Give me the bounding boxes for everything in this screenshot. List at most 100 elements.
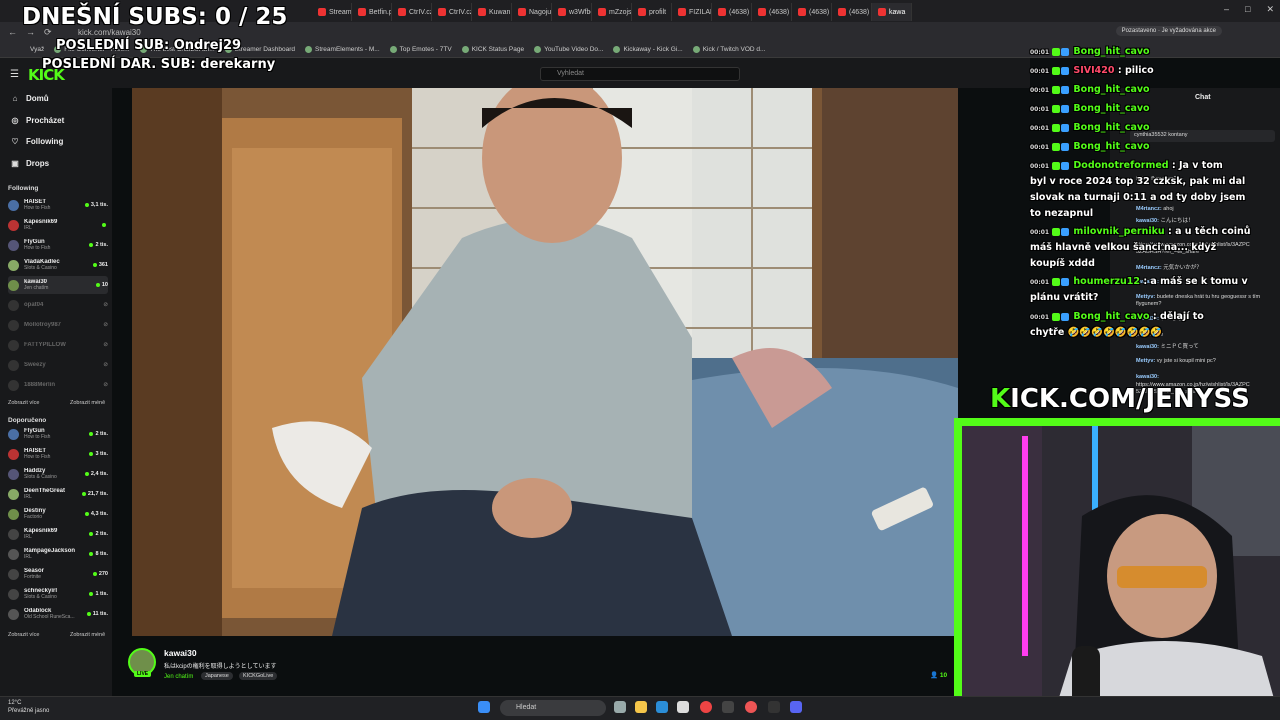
profile-button[interactable]: Pozastaveno · Je vyžadována akce (1115, 26, 1222, 36)
sidebar-channel[interactable]: Mollotroy987 ⊘ (8, 316, 108, 334)
tag-kickgolive[interactable]: KICKGoLive (239, 672, 278, 680)
channel-viewers: 8 tis. (89, 551, 108, 557)
video-player[interactable] (132, 88, 958, 636)
sidebar-channel[interactable]: schneckyirl Slots & Casino 1 tis. (8, 585, 108, 603)
browser-tab[interactable]: Streaml (312, 3, 352, 21)
badge-icon (1061, 161, 1070, 170)
chat-text: ミニＰＣ買って (1160, 344, 1199, 350)
browser-tab[interactable]: w3Wfbe (552, 3, 592, 21)
overlay-chat-text: : a máš se k tomu v (1140, 276, 1248, 287)
menu-icon[interactable]: ☰ (10, 69, 19, 80)
task-view-icon[interactable] (614, 701, 626, 713)
live-dot-icon (84, 472, 89, 476)
overlay-chat-line: 00:01 Bong_hit_cavo (1030, 44, 1275, 61)
sidebar: ⌂ Domů ◎ Procházet ♡ Following ▣ Drops Follo… (0, 88, 112, 696)
badge-icon (1061, 277, 1070, 286)
bookmark[interactable]: Top Emotes - 7TV (389, 46, 452, 53)
nav-label: Following (26, 137, 64, 146)
sidebar-channel[interactable]: DeenTheGreat IRL 21,7 tis. (8, 485, 108, 503)
taskbar-search[interactable]: Hledat (500, 700, 606, 716)
sidebar-channel[interactable]: VladaKadlec Slots & Casino 361 (8, 256, 108, 274)
overlay-chat-text: koupíš xddd (1030, 258, 1095, 269)
back-icon[interactable]: ← (8, 27, 17, 37)
channel-meta: VladaKadlec Slots & Casino (24, 259, 84, 271)
sidebar-channel[interactable]: Kapesnik69 IRL 2 tis. (8, 525, 108, 543)
stream-category[interactable]: Jen chatím (164, 674, 193, 680)
channel-viewers (102, 223, 108, 227)
sidebar-channel[interactable]: Seasor Fortnite 270 (8, 565, 108, 583)
weather-widget[interactable]: 12°C Převážně jasno (8, 699, 49, 715)
bookmark[interactable]: Kickaway - Kick Gi... (613, 46, 683, 53)
start-icon[interactable] (478, 701, 490, 713)
search-input[interactable]: Vyhledat (540, 67, 740, 81)
tag-japanese[interactable]: Japanese (201, 672, 233, 680)
sidebar-channel[interactable]: FlyGun How to Fish 2 tis. (8, 236, 108, 254)
sidebar-channel[interactable]: Haddzy Slots & Casino 2,4 tis. (8, 465, 108, 483)
chat-username[interactable]: kawai30: (1136, 374, 1159, 380)
nav-following[interactable]: ♡ Following (10, 137, 63, 146)
browser-tab[interactable]: (4638) (712, 3, 752, 21)
browser-tab[interactable]: Betfin.p (352, 3, 392, 21)
channel-viewers: 1 tis. (89, 591, 108, 597)
file-explorer-icon[interactable] (635, 701, 647, 713)
sidebar-channel[interactable]: Destiny Factorio 4,3 tis. (8, 505, 108, 523)
sidebar-channel[interactable]: Sweezy ⊘ (8, 356, 108, 374)
browser-tab[interactable]: profilt (632, 3, 672, 21)
live-dot-icon (92, 572, 97, 576)
chat-username[interactable]: kawai30: (1136, 344, 1159, 350)
sidebar-channel[interactable]: RampageJackson IRL 8 tis. (8, 545, 108, 563)
browser-tab[interactable]: Kuwan (472, 3, 512, 21)
bookmark[interactable]: YouTube Video Do... (534, 46, 603, 53)
browser-tab[interactable]: FIZILAK (672, 3, 712, 21)
nav-home[interactable]: ⌂ Domů (10, 94, 49, 103)
discord-icon[interactable] (790, 701, 802, 713)
maximize-icon[interactable]: □ (1245, 4, 1250, 15)
following-show-more[interactable]: Zobrazit více (8, 400, 39, 406)
channel-viewers: ⊘ (103, 322, 108, 328)
sidebar-channel[interactable]: HAISET How to Fish 3 tis. (8, 445, 108, 463)
sidebar-channel[interactable]: Kapesnik69 IRL (8, 216, 108, 234)
channel-viewers: ⊘ (103, 342, 108, 348)
browser-tab[interactable]: mZzojs (592, 3, 632, 21)
webcam-feed (962, 426, 1280, 720)
following-show-less[interactable]: Zobrazit méně (70, 400, 105, 406)
minimize-icon[interactable]: – (1224, 4, 1229, 15)
sidebar-channel[interactable]: Odablock Old School RuneSca... 11 tis. (8, 605, 108, 623)
recommended-show-less[interactable]: Zobrazit méně (70, 632, 105, 638)
sidebar-channel[interactable]: FATTYPILLOW ⊘ (8, 336, 108, 354)
browser-tab[interactable]: kawa (872, 3, 912, 21)
recommended-show-more[interactable]: Zobrazit více (8, 632, 39, 638)
bookmark[interactable]: StreamElements - M... (305, 46, 380, 53)
sidebar-channel[interactable]: 1888Merlin ⊘ (8, 376, 108, 394)
bookmark[interactable]: Vyaž (30, 46, 44, 53)
browser-tab[interactable]: CtrIV.cz (432, 3, 472, 21)
obs-icon[interactable] (768, 701, 780, 713)
channel-viewers: 21,7 tis. (81, 491, 108, 497)
overlay-chat-line: 00:01 Dodonotreformed : Ja v tom (1030, 158, 1275, 175)
sidebar-channel[interactable]: opat04 ⊘ (8, 296, 108, 314)
chrome-profile-icon[interactable] (745, 701, 757, 713)
nav-browse[interactable]: ◎ Procházet (10, 116, 65, 125)
bookmark[interactable]: KICK Status Page (461, 46, 524, 53)
bookmark[interactable]: Kick / Twitch VOD d... (692, 46, 765, 53)
sidebar-channel[interactable]: HAISET How to Fish 3,1 tis. (8, 196, 108, 214)
bookmark-icon (305, 46, 312, 53)
browser-tab[interactable]: CtrIV.cz (392, 3, 432, 21)
edge-icon[interactable] (656, 701, 668, 713)
sidebar-channel[interactable]: kawai30 Jen chatím 10 (8, 276, 108, 294)
channel-viewers: 2 tis. (89, 431, 108, 437)
sidebar-channel[interactable]: FlyGun How to Fish 2 tis. (8, 425, 108, 443)
browser-tab[interactable]: Nagoju (512, 3, 552, 21)
app-icon[interactable] (722, 701, 734, 713)
nav-drops[interactable]: ▣ Drops (10, 159, 49, 168)
browser-tab[interactable]: (4638) (752, 3, 792, 21)
browser-tab[interactable]: (4638) (832, 3, 872, 21)
live-badge: LIVE (134, 671, 152, 677)
streamer-name[interactable]: kawai30 (164, 648, 197, 658)
store-icon[interactable] (677, 701, 689, 713)
browser-tab[interactable]: (4638) (792, 3, 832, 21)
chrome-icon[interactable] (700, 701, 712, 713)
chat-username[interactable]: Mettyv: (1136, 358, 1155, 364)
close-icon[interactable]: ✕ (1266, 4, 1274, 15)
channel-viewers: 10 (95, 282, 108, 288)
